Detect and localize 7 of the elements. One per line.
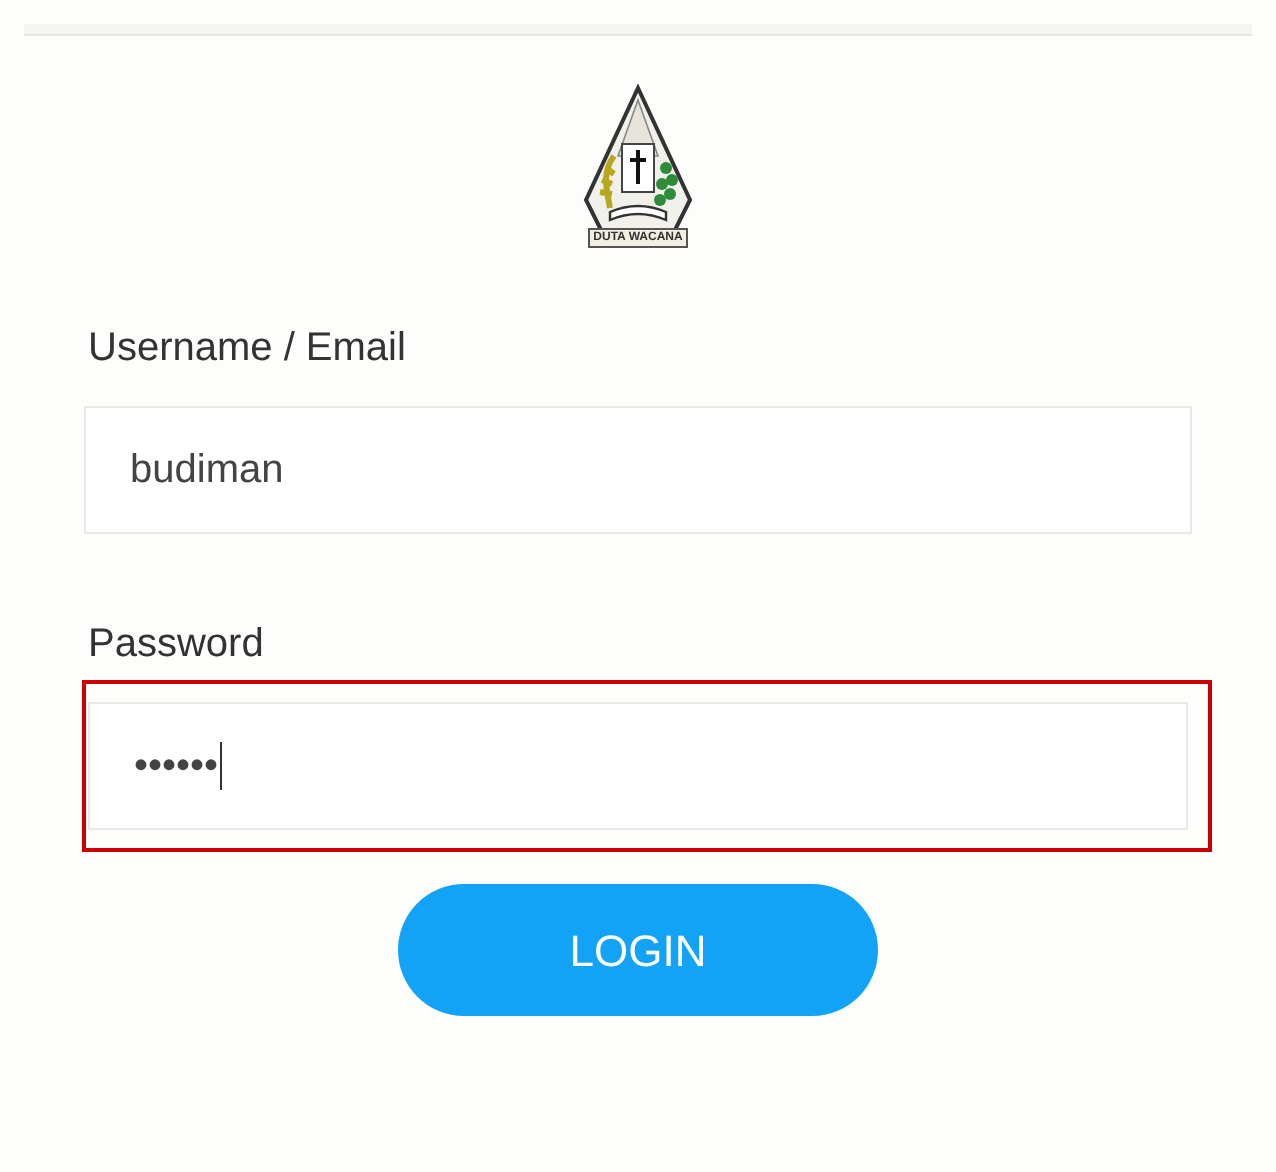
text-caret bbox=[220, 742, 223, 790]
input-field[interactable]: budiman bbox=[84, 406, 1192, 534]
field-value: •••••• bbox=[134, 742, 219, 792]
field-label: Username / Email bbox=[88, 324, 408, 372]
input-field[interactable]: •••••• bbox=[88, 702, 1188, 830]
field-value: budiman bbox=[130, 446, 284, 496]
field-label: Password bbox=[88, 620, 266, 668]
